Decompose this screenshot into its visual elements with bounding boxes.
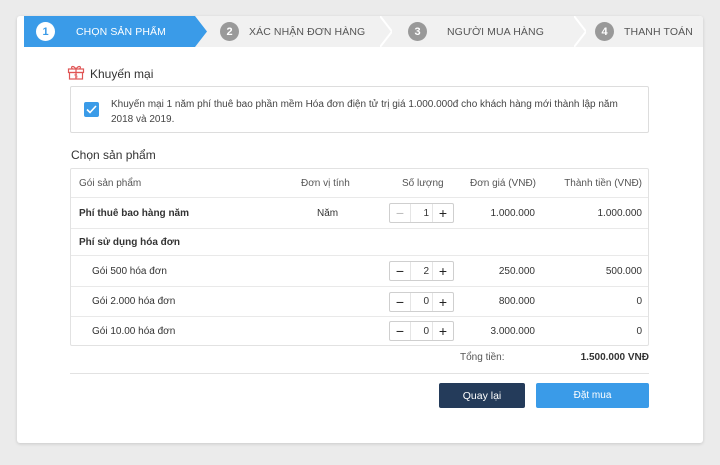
divider xyxy=(70,373,649,374)
table-row: Gói 2.000 hóa đơn − 0 + 800.000 0 xyxy=(71,287,648,317)
promo-header: % Khuyến mại xyxy=(67,64,153,83)
total-value: 1.500.000 VNĐ xyxy=(580,352,649,363)
col-header-product: Gói sản phẩm xyxy=(79,177,142,189)
order-button[interactable]: Đặt mua xyxy=(536,383,649,408)
col-header-total: Thành tiền (VNĐ) xyxy=(564,177,642,189)
section-title: Chọn sản phẩm xyxy=(71,148,156,162)
step-payment[interactable]: 4 THANH TOÁN xyxy=(595,16,703,47)
decrement-button[interactable]: − xyxy=(390,262,410,280)
quantity-value[interactable]: 0 xyxy=(410,292,433,311)
step-number: 3 xyxy=(408,22,427,41)
quantity-value[interactable]: 1 xyxy=(410,204,433,222)
table-row: Gói 500 hóa đơn − 2 + 250.000 500.000 xyxy=(71,256,648,287)
product-unit: Năm xyxy=(317,207,339,219)
group-name: Phí sử dụng hóa đơn xyxy=(79,236,181,248)
step-buyer[interactable]: 3 NGƯỜI MUA HÀNG xyxy=(408,16,568,47)
decrement-button[interactable]: − xyxy=(390,204,410,222)
step-label: CHỌN SẢN PHẨM xyxy=(76,25,166,38)
total-label: Tổng tiền: xyxy=(460,352,505,363)
col-header-price: Đơn giá (VNĐ) xyxy=(469,177,536,189)
product-name: Phí thuê bao hàng năm xyxy=(79,207,190,219)
table-row: Gói 10.00 hóa đơn − 0 + 3.000.000 0 xyxy=(71,317,648,345)
promo-text: Khuyến mại 1 năm phí thuê bao phần mềm H… xyxy=(111,99,618,125)
checkmark-icon xyxy=(86,105,97,114)
step-number: 2 xyxy=(220,22,239,41)
step-divider xyxy=(380,16,392,47)
step-number: 4 xyxy=(595,22,614,41)
progress-stepper: 1 CHỌN SẢN PHẨM 2 XÁC NHẬN ĐƠN HÀNG 3 NG… xyxy=(24,16,703,47)
quantity-value[interactable]: 2 xyxy=(410,262,433,280)
line-total: 0 xyxy=(636,296,642,307)
unit-price: 800.000 xyxy=(498,296,535,307)
col-header-unit: Đơn vị tính xyxy=(301,177,350,189)
gift-icon: % xyxy=(67,64,85,83)
back-button[interactable]: Quay lại xyxy=(439,383,525,408)
line-total: 1.000.000 xyxy=(597,207,643,219)
quantity-value[interactable]: 0 xyxy=(410,322,433,340)
order-card: 1 CHỌN SẢN PHẨM 2 XÁC NHẬN ĐƠN HÀNG 3 NG… xyxy=(17,16,703,443)
table-group-row: Phí sử dụng hóa đơn xyxy=(71,229,648,256)
promo-title: Khuyến mại xyxy=(90,66,154,81)
promo-checkbox[interactable] xyxy=(84,102,99,117)
line-total: 500.000 xyxy=(605,265,642,277)
step-label: XÁC NHẬN ĐƠN HÀNG xyxy=(249,25,366,38)
decrement-button[interactable]: − xyxy=(390,322,410,340)
step-arrow xyxy=(195,16,207,47)
table-header: Gói sản phẩm Đơn vị tính Số lượng Đơn gi… xyxy=(71,169,648,198)
product-name: Gói 10.00 hóa đơn xyxy=(92,325,176,337)
step-label: THANH TOÁN xyxy=(624,25,693,38)
step-divider xyxy=(574,16,586,47)
step-choose-product[interactable]: 1 CHỌN SẢN PHẨM xyxy=(24,16,195,47)
unit-price: 250.000 xyxy=(498,265,535,277)
svg-text:%: % xyxy=(74,74,78,79)
step-number: 1 xyxy=(36,22,55,41)
table-row: Phí thuê bao hàng năm Năm − 1 + 1.000.00… xyxy=(71,198,648,229)
product-name: Gói 2.000 hóa đơn xyxy=(92,296,176,307)
step-label: NGƯỜI MUA HÀNG xyxy=(447,25,544,38)
line-total: 0 xyxy=(636,325,642,337)
unit-price: 1.000.000 xyxy=(490,207,536,219)
product-name: Gói 500 hóa đơn xyxy=(92,265,167,277)
decrement-button[interactable]: − xyxy=(390,293,410,311)
unit-price: 3.000.000 xyxy=(490,325,536,337)
step-confirm-order[interactable]: 2 XÁC NHẬN ĐƠN HÀNG xyxy=(220,16,380,47)
product-table: Gói sản phẩm Đơn vị tính Số lượng Đơn gi… xyxy=(70,168,649,346)
promo-box: Khuyến mại 1 năm phí thuê bao phần mềm H… xyxy=(70,86,649,133)
